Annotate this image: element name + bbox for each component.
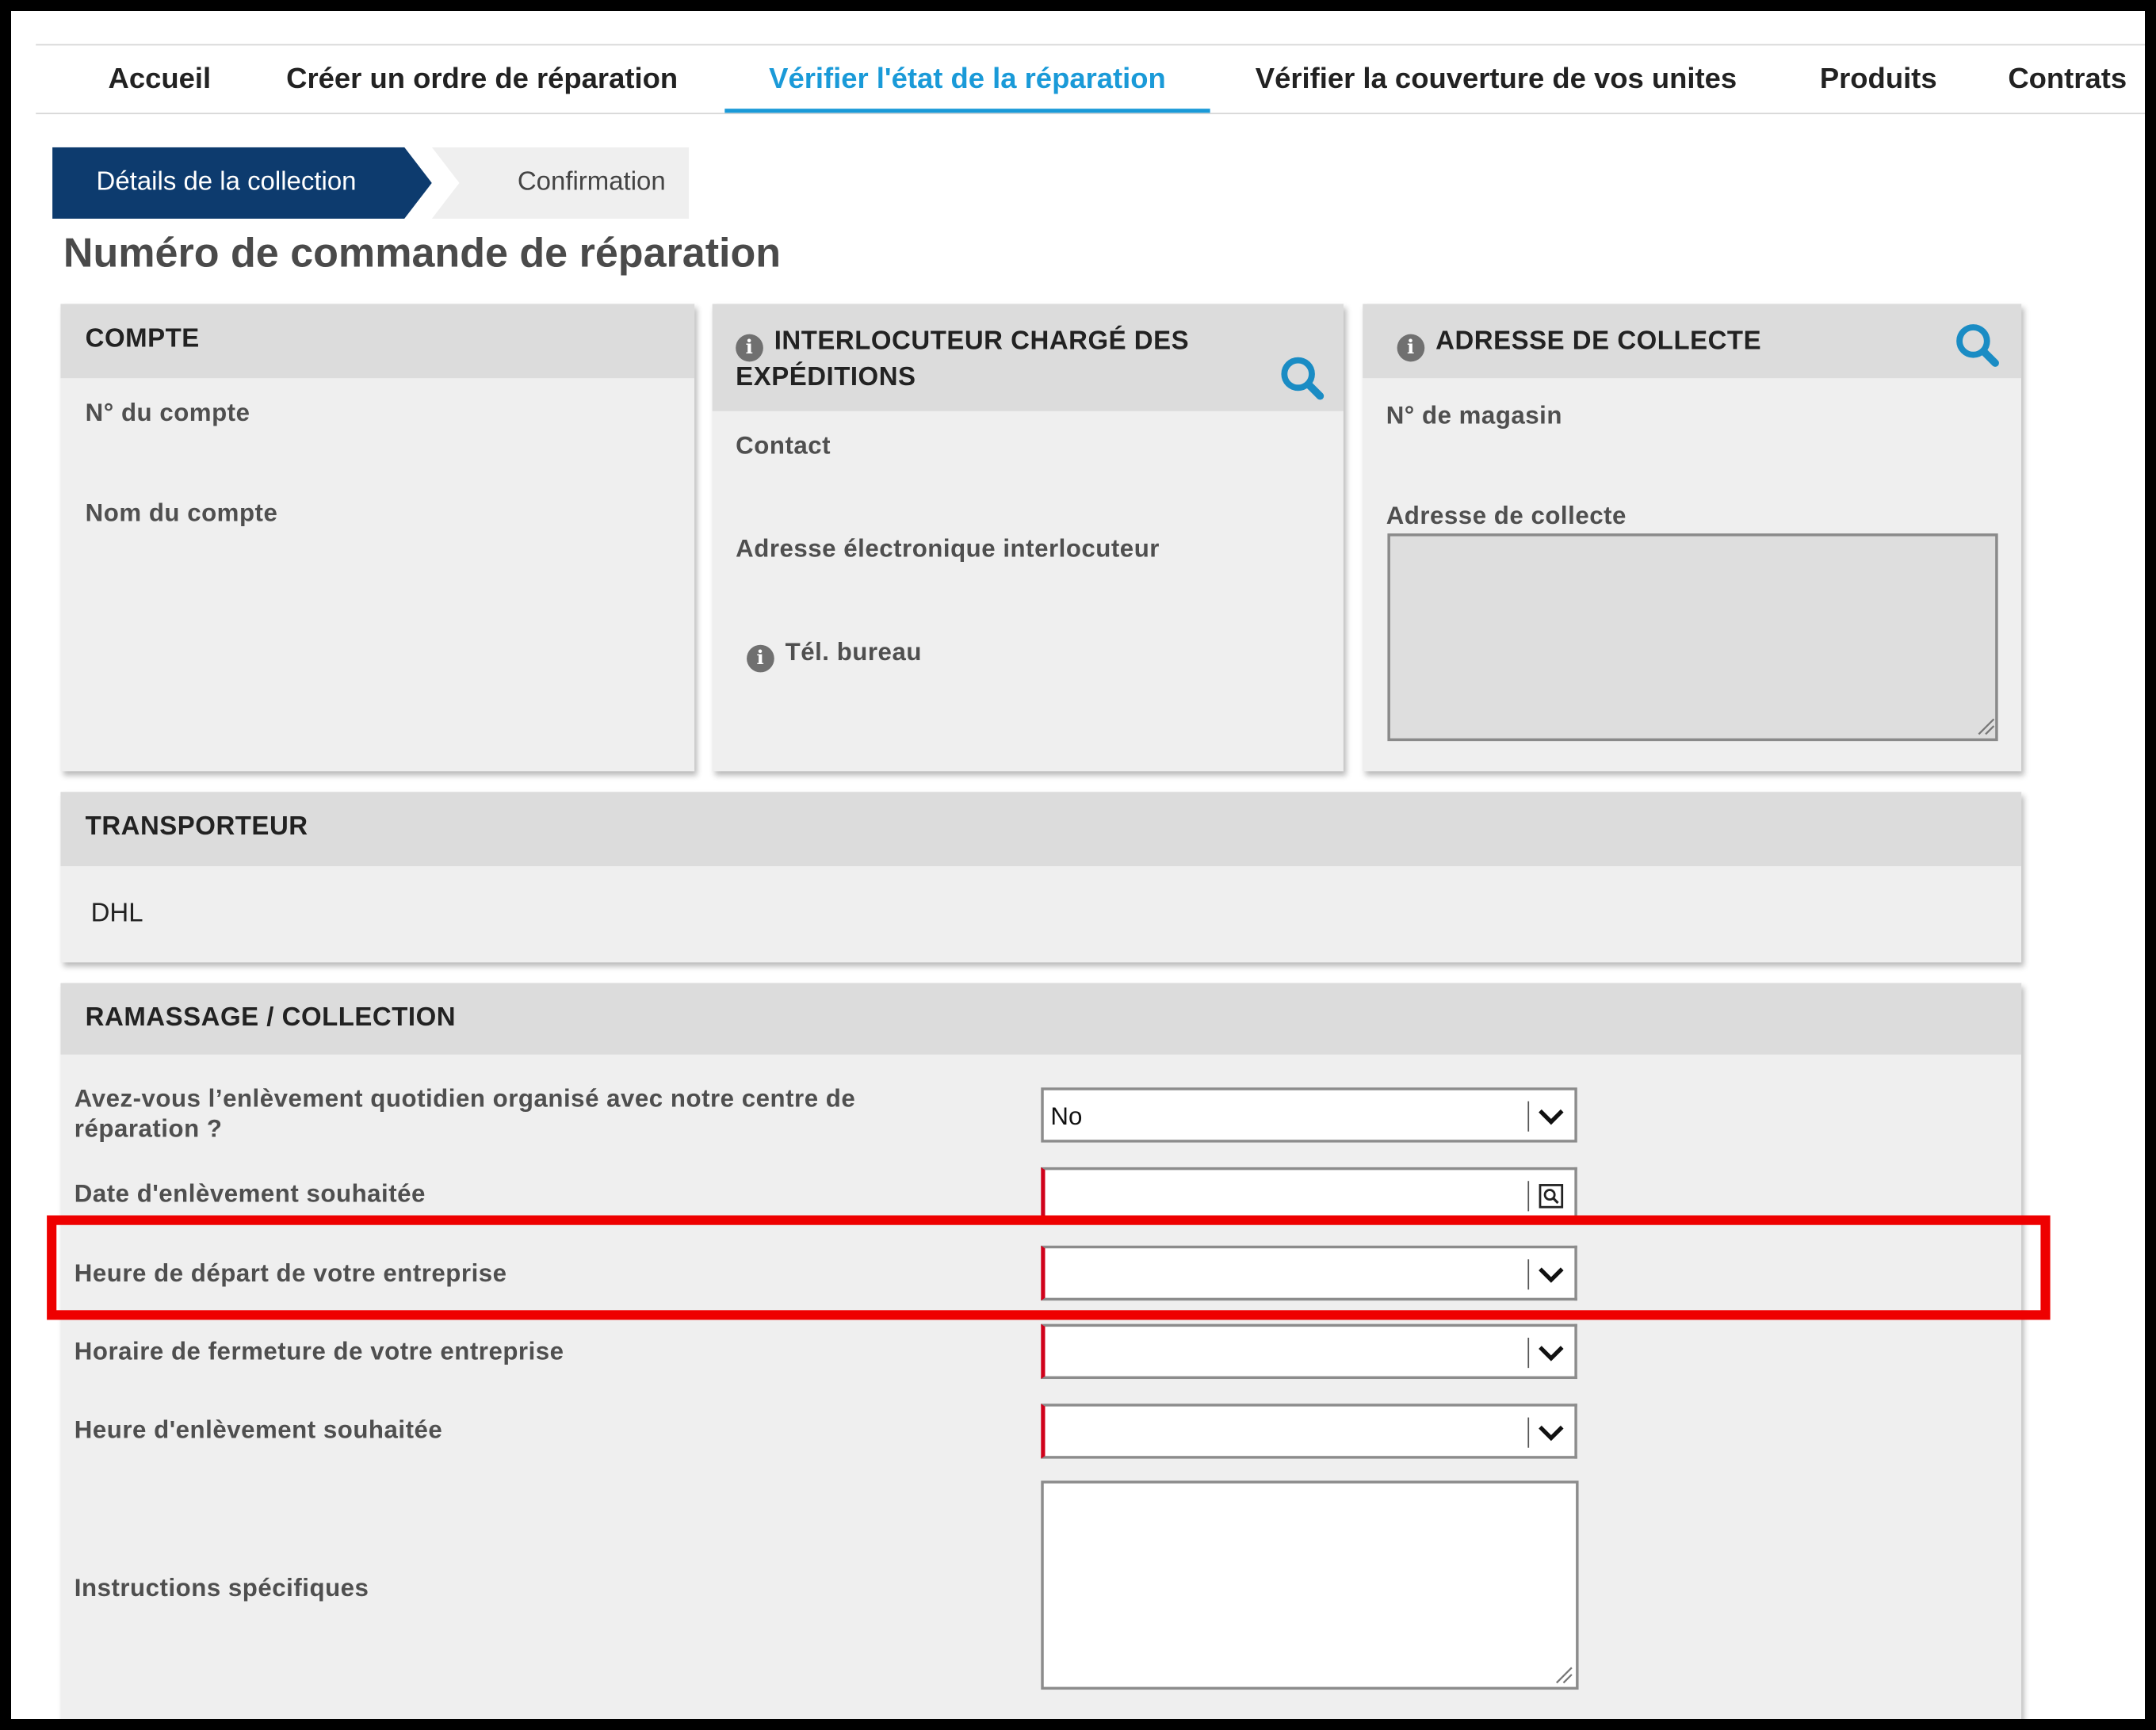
pickup-title: RAMASSAGE / COLLECTION [85, 1003, 457, 1033]
contact-label: Contact [736, 431, 831, 460]
nav-contracts[interactable]: Contrats [1995, 45, 2139, 113]
calendar-icon[interactable] [1536, 1181, 1566, 1211]
search-icon[interactable] [1279, 355, 1325, 402]
shipping-contact-header: i INTERLOCUTEUR CHARGÉ DES EXPÉDITIONS [712, 304, 1344, 411]
pickup-address-panel: i ADRESSE DE COLLECTE N° de magasin Adres… [1363, 304, 2022, 772]
pickup-panel: RAMASSAGE / COLLECTION Avez-vous l’enlèv… [60, 983, 2022, 1719]
nav-products[interactable]: Produits [1807, 45, 1950, 113]
screenshot-frame: Accueil Créer un ordre de réparation Vér… [11, 11, 2145, 1719]
account-panel: COMPTE N° du compte Nom du compte [60, 304, 695, 772]
closing-time-label: Horaire de fermeture de votre entreprise [74, 1337, 564, 1365]
shipping-contact-title: i INTERLOCUTEUR CHARGÉ DES EXPÉDITIONS [736, 326, 1244, 395]
shipping-contact-panel: i INTERLOCUTEUR CHARGÉ DES EXPÉDITIONS Co… [712, 304, 1344, 772]
chevron-down-icon[interactable] [1536, 1102, 1566, 1132]
account-number-label: N° du compte [85, 399, 250, 426]
resize-handle-icon[interactable] [1976, 716, 1995, 735]
chevron-down-icon[interactable] [1536, 1259, 1566, 1289]
info-icon[interactable]: i [736, 334, 763, 362]
info-icon[interactable]: i [747, 644, 774, 673]
shipping-contact-title-text: INTERLOCUTEUR CHARGÉ DES EXPÉDITIONS [736, 327, 1190, 392]
pickup-date-label: Date d'enlèvement souhaitée [74, 1179, 426, 1208]
chevron-down-icon[interactable] [1536, 1418, 1566, 1448]
instructions-textarea[interactable] [1041, 1480, 1579, 1690]
nav-check-repair-status[interactable]: Vérifier l'état de la réparation [724, 45, 1210, 113]
contact-email-label: Adresse électronique interlocuteur [736, 534, 1160, 563]
pickup-header: RAMASSAGE / COLLECTION [60, 983, 2022, 1055]
departure-time-select[interactable] [1041, 1245, 1577, 1301]
carrier-panel: TRANSPORTEUR DHL [60, 792, 2022, 963]
pickup-address-title-text: ADRESSE DE COLLECTE [1435, 327, 1762, 357]
step-confirmation[interactable]: Confirmation [431, 147, 690, 219]
office-phone-label-text: Tél. bureau [785, 638, 922, 666]
page: Accueil Créer un ordre de réparation Vér… [11, 11, 2145, 1719]
carrier-title: TRANSPORTEUR [85, 812, 308, 842]
pickup-time-label: Heure d'enlèvement souhaitée [74, 1415, 443, 1444]
nav-create-repair-order[interactable]: Créer un ordre de réparation [267, 45, 698, 113]
pickup-address-title: i ADRESSE DE COLLECTE [1397, 326, 1762, 362]
carrier-value: DHL [90, 899, 143, 929]
office-phone-label: i Tél. bureau [747, 638, 922, 673]
instructions-label: Instructions spécifiques [74, 1574, 369, 1602]
store-number-label: N° de magasin [1386, 401, 1562, 430]
top-nav: Accueil Créer un ordre de réparation Vér… [36, 44, 2145, 115]
step-collection-details[interactable]: Détails de la collection [52, 147, 432, 219]
daily-pickup-label: Avez-vous l’enlèvement quotidien organis… [74, 1084, 856, 1143]
account-panel-header: COMPTE [60, 304, 695, 379]
pickup-address-header: i ADRESSE DE COLLECTE [1363, 304, 2022, 379]
pickup-address-textarea[interactable] [1387, 533, 1998, 742]
pickup-address-label: Adresse de collecte [1386, 502, 1627, 529]
pickup-time-select[interactable] [1041, 1403, 1577, 1459]
chevron-down-icon[interactable] [1536, 1338, 1566, 1368]
daily-pickup-value: No [1050, 1102, 1083, 1131]
carrier-header: TRANSPORTEUR [60, 792, 2022, 866]
nav-accueil[interactable]: Accueil [91, 45, 228, 113]
account-panel-title: COMPTE [85, 324, 200, 353]
search-icon[interactable] [1954, 322, 2001, 369]
departure-time-label: Heure de départ de votre entreprise [74, 1259, 507, 1287]
account-name-label: Nom du compte [85, 498, 278, 527]
pickup-date-field[interactable] [1041, 1167, 1577, 1223]
resize-handle-icon[interactable] [1554, 1665, 1573, 1684]
page-title: Numéro de commande de réparation [63, 231, 782, 277]
info-icon[interactable]: i [1397, 334, 1425, 362]
daily-pickup-select[interactable]: No [1041, 1087, 1577, 1143]
nav-check-coverage[interactable]: Vérifier la couverture de vos unites [1235, 45, 1757, 113]
closing-time-select[interactable] [1041, 1323, 1577, 1380]
